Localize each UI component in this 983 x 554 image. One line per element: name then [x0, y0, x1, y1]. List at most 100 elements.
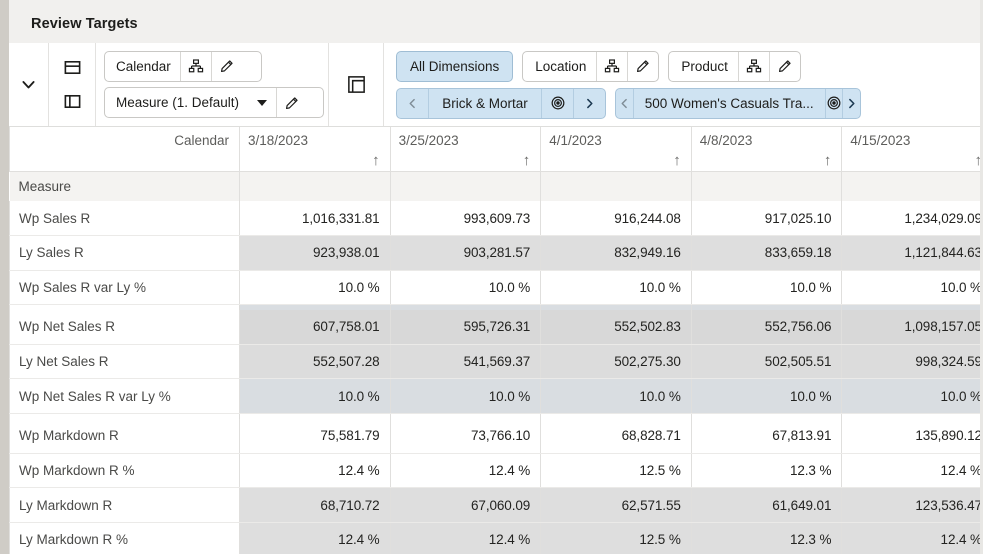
measure-edit-pencil-icon[interactable] [276, 88, 307, 118]
split-vertical-icon[interactable] [61, 90, 83, 112]
data-cell[interactable]: 123,536.47 [841, 487, 980, 523]
table-row[interactable]: Ly Sales R 923,938.01 903,281.57 832,949.16… [9, 235, 980, 271]
data-cell[interactable]: 12.4 % [841, 453, 980, 489]
data-cell[interactable]: 12.5 % [540, 522, 692, 554]
measure-dropdown-chevron-down-icon[interactable] [248, 88, 276, 117]
data-cell[interactable]: 923,938.01 [239, 235, 391, 271]
measure-row-label[interactable]: Wp Markdown R % [9, 453, 240, 489]
data-cell[interactable]: 135,890.12 [841, 418, 980, 454]
location-hierarchy-icon[interactable] [596, 51, 627, 81]
data-cell[interactable]: 10.0 % [239, 378, 391, 415]
sort-ascending-arrow-icon[interactable]: ↑ [372, 153, 380, 168]
data-cell[interactable]: 502,275.30 [540, 344, 692, 380]
data-cell[interactable]: 10.0 % [841, 378, 980, 415]
data-cell[interactable]: 998,324.59 [841, 344, 980, 380]
measure-row-label[interactable]: Wp Net Sales R var Ly % [9, 378, 240, 415]
table-row[interactable]: Ly Markdown R % 12.4 % 12.4 % 12.5 % 12.3 % 1… [9, 522, 980, 554]
data-cell[interactable]: 917,025.10 [691, 201, 843, 237]
data-cell[interactable]: 75,581.79 [239, 418, 391, 454]
product-edit-pencil-icon[interactable] [768, 51, 800, 81]
toolbar-collapse-button[interactable] [9, 43, 49, 126]
data-cell[interactable]: 502,505.51 [691, 344, 843, 380]
calendar-edit-pencil-icon[interactable] [210, 51, 242, 81]
measure-row-label[interactable]: Ly Sales R [9, 235, 240, 271]
data-cell[interactable]: 916,244.08 [540, 201, 692, 237]
table-row[interactable]: Wp Net Sales R var Ly % 10.0 % 10.0 % 10.0 … [9, 378, 980, 415]
data-cell[interactable]: 68,828.71 [540, 418, 692, 454]
pivot-grid[interactable]: Calendar 3/18/2023 ↑ 3/25/2023 ↑ 4/1/2023 ↑ 4/8… [9, 126, 980, 554]
product-hierarchy-icon[interactable] [737, 51, 769, 81]
location-next-chevron-right-icon[interactable] [573, 88, 605, 118]
sort-ascending-arrow-icon[interactable]: ↑ [974, 153, 980, 168]
data-cell[interactable]: 10.0 % [691, 270, 843, 306]
data-cell[interactable]: 12.5 % [540, 453, 692, 489]
sort-ascending-arrow-icon[interactable]: ↑ [523, 153, 531, 168]
data-cell[interactable]: 12.4 % [390, 522, 542, 554]
table-row[interactable]: Ly Net Sales R 552,507.28 541,569.37 502,27… [9, 344, 980, 380]
measure-row-label[interactable]: Wp Markdown R [9, 418, 240, 454]
product-prev-chevron-left-icon[interactable] [616, 88, 634, 118]
sort-ascending-arrow-icon[interactable]: ↑ [673, 153, 681, 168]
table-row[interactable]: Ly Markdown R 68,710.72 67,060.09 62,571.55… [9, 487, 980, 523]
location-prev-chevron-left-icon[interactable] [397, 88, 429, 118]
data-cell[interactable]: 595,726.31 [390, 309, 542, 345]
data-cell[interactable]: 552,507.28 [239, 344, 391, 380]
location-field[interactable]: Location [522, 50, 660, 82]
calendar-field[interactable]: Calendar [104, 50, 262, 82]
column-header-4/1/2023[interactable]: 4/1/2023 ↑ [540, 127, 692, 171]
data-cell[interactable]: 10.0 % [390, 270, 542, 306]
data-cell[interactable]: 1,234,029.09 [841, 201, 980, 237]
data-cell[interactable]: 10.0 % [390, 378, 542, 415]
table-row[interactable]: Wp Net Sales R 607,758.01 595,726.31 552,50… [9, 309, 980, 345]
column-header-3/18/2023[interactable]: 3/18/2023 ↑ [239, 127, 391, 171]
measure-field[interactable]: Measure (1. Default) [104, 87, 324, 119]
data-cell[interactable]: 607,758.01 [239, 309, 391, 345]
split-horizontal-icon[interactable] [61, 57, 83, 79]
data-cell[interactable]: 12.4 % [239, 453, 391, 489]
column-header-4/8/2023[interactable]: 4/8/2023 ↑ [691, 127, 843, 171]
data-cell[interactable]: 12.4 % [841, 522, 980, 554]
data-cell[interactable]: 541,569.37 [390, 344, 542, 380]
data-cell[interactable]: 12.4 % [390, 453, 542, 489]
data-cell[interactable]: 832,949.16 [540, 235, 692, 271]
panel-layout-button[interactable] [328, 43, 384, 126]
location-selector[interactable]: Brick & Mortar [396, 87, 606, 119]
data-cell[interactable]: 993,609.73 [390, 201, 542, 237]
data-cell[interactable]: 552,502.83 [540, 309, 692, 345]
data-cell[interactable]: 10.0 % [540, 378, 692, 415]
location-edit-pencil-icon[interactable] [627, 51, 658, 81]
measure-row-label[interactable]: Ly Net Sales R [9, 344, 240, 380]
data-cell[interactable]: 67,813.91 [691, 418, 843, 454]
data-cell[interactable]: 12.4 % [239, 522, 391, 554]
sort-ascending-arrow-icon[interactable]: ↑ [824, 153, 832, 168]
table-row[interactable]: Wp Sales R 1,016,331.81 993,609.73 916,244.… [9, 201, 980, 237]
data-cell[interactable]: 833,659.18 [691, 235, 843, 271]
measure-row-label[interactable]: Wp Sales R [9, 201, 240, 237]
measure-row-label[interactable]: Ly Markdown R [9, 487, 240, 523]
data-cell[interactable]: 10.0 % [691, 378, 843, 415]
table-row[interactable]: Wp Sales R var Ly % 10.0 % 10.0 % 10.0 % 10.… [9, 270, 980, 306]
data-cell[interactable]: 67,060.09 [390, 487, 542, 523]
data-cell[interactable]: 68,710.72 [239, 487, 391, 523]
product-next-chevron-right-icon[interactable] [842, 88, 860, 118]
data-cell[interactable]: 12.3 % [691, 522, 843, 554]
product-selector[interactable]: 500 Women's Casuals Tra... [615, 87, 861, 119]
measure-row-label[interactable]: Ly Markdown R % [9, 522, 240, 554]
data-cell[interactable]: 61,649.01 [691, 487, 843, 523]
data-cell[interactable]: 10.0 % [239, 270, 391, 306]
data-cell[interactable]: 12.3 % [691, 453, 843, 489]
measure-row-label[interactable]: Wp Net Sales R [9, 309, 240, 345]
data-cell[interactable]: 1,098,157.05 [841, 309, 980, 345]
table-row[interactable]: Wp Markdown R 75,581.79 73,766.10 68,828.71… [9, 418, 980, 454]
table-row[interactable]: Wp Markdown R % 12.4 % 12.4 % 12.5 % 12.3 % 1… [9, 453, 980, 489]
data-cell[interactable]: 10.0 % [540, 270, 692, 306]
data-cell[interactable]: 552,756.06 [691, 309, 843, 345]
data-cell[interactable]: 903,281.57 [390, 235, 542, 271]
hierarchy-icon[interactable] [179, 51, 211, 81]
column-header-3/25/2023[interactable]: 3/25/2023 ↑ [390, 127, 542, 171]
all-dimensions-button[interactable]: All Dimensions [396, 50, 514, 82]
data-cell[interactable]: 10.0 % [841, 270, 980, 306]
column-header-4/15/2023[interactable]: 4/15/2023 ↑ [841, 127, 980, 171]
product-field[interactable]: Product [668, 50, 801, 82]
product-bullseye-icon[interactable] [824, 88, 843, 118]
